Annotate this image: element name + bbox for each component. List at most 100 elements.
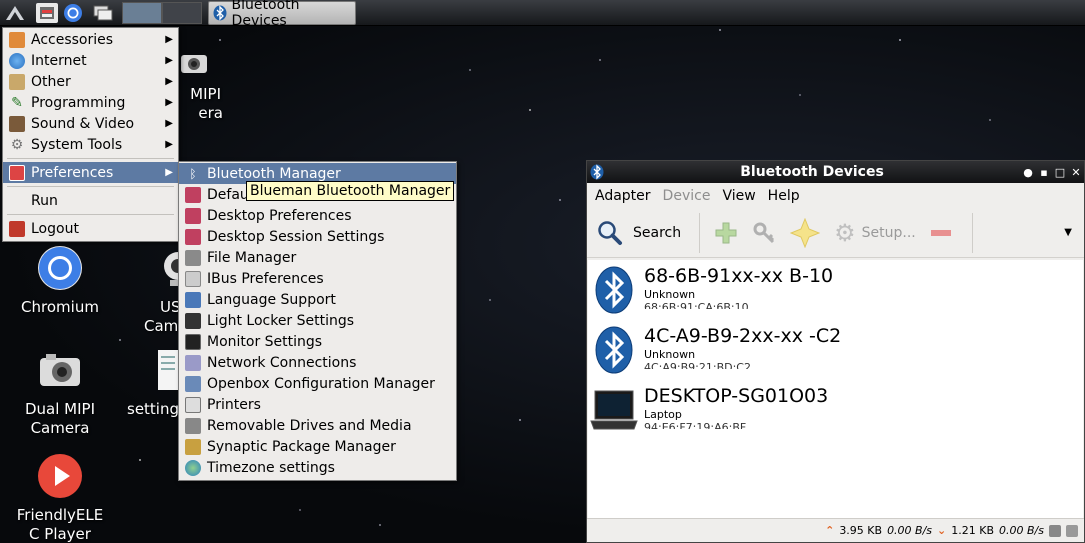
- device-address: 4C:A9:B9:21:BD:C2: [644, 362, 751, 369]
- menu-item-language-support[interactable]: Language Support: [179, 289, 456, 310]
- taskbar-task-label: Bluetooth Devices: [231, 0, 300, 29]
- menu-item-label: File Manager: [207, 249, 297, 266]
- window-titlebar[interactable]: Bluetooth Devices ● ▪ □ ✕: [587, 161, 1084, 183]
- submenu-arrow-icon: ▶: [165, 167, 173, 178]
- device-row[interactable]: 68-6B-91xx-xx B-10 Unknown 68:6B:91:CA:6…: [588, 260, 1083, 320]
- minimize-icon[interactable]: ▪: [1036, 166, 1052, 179]
- menubar: Adapter Device View Help: [587, 183, 1084, 209]
- desktop-pager[interactable]: [122, 2, 202, 24]
- menu-item-label: Internet: [31, 52, 87, 69]
- trust-button[interactable]: [752, 221, 776, 245]
- laptop-icon: [588, 385, 640, 435]
- menu-item-preferences[interactable]: Preferences ▶: [3, 162, 178, 183]
- menu-item-label: System Tools: [31, 136, 123, 153]
- desktop-2[interactable]: [162, 2, 202, 24]
- programming-icon: ✎: [11, 94, 23, 111]
- pair-button[interactable]: [714, 221, 738, 245]
- menu-item-other[interactable]: Other ▶: [3, 71, 178, 92]
- menu-item-printers[interactable]: Printers: [179, 394, 456, 415]
- preferences-submenu: ᛒ Bluetooth Manager Defau Desktop Prefere…: [178, 161, 457, 481]
- menu-help[interactable]: Help: [762, 188, 806, 204]
- document-icon: [156, 346, 180, 394]
- language-icon: [185, 291, 201, 308]
- device-type: Unknown: [644, 348, 696, 361]
- menu-item-sound-video[interactable]: Sound & Video ▶: [3, 113, 178, 134]
- search-button-label: Search: [633, 225, 682, 241]
- desktop-icon-settings[interactable]: setting: [120, 346, 180, 419]
- device-row[interactable]: DESKTOP-SG01O03 Laptop 94:E6:F7:19:A6:BF: [588, 380, 1083, 440]
- menu-item-monitor-settings[interactable]: Monitor Settings: [179, 331, 456, 352]
- menu-item-system-tools[interactable]: ⚙ System Tools ▶: [3, 134, 178, 155]
- menu-item-label: Timezone settings: [207, 459, 335, 476]
- toolbar-overflow-chevron-down-icon[interactable]: ▼: [1064, 227, 1072, 238]
- menu-item-label: Other: [31, 73, 71, 90]
- desktop-icon-chromium[interactable]: Chromium: [10, 244, 110, 317]
- menu-item-label: Desktop Preferences: [207, 207, 352, 224]
- upload-arrow-icon: ⌃: [825, 524, 835, 537]
- menu-adapter[interactable]: Adapter: [589, 188, 657, 204]
- window-menu-icon[interactable]: ●: [1020, 166, 1036, 179]
- menu-item-openbox-configuration[interactable]: Openbox Configuration Manager: [179, 373, 456, 394]
- menu-item-label: Logout: [31, 220, 79, 237]
- menu-device[interactable]: Device: [657, 188, 717, 204]
- menu-item-synaptic[interactable]: Synaptic Package Manager: [179, 436, 456, 457]
- menu-item-label: IBus Preferences: [207, 270, 324, 287]
- toolbar-separator: [699, 213, 701, 253]
- menu-item-label: Run: [31, 192, 58, 209]
- desktop-icon-label: Camera: [30, 419, 90, 437]
- desktop-icon-label: Chromium: [21, 298, 99, 316]
- bluetooth-icon: [588, 265, 640, 315]
- maximize-icon[interactable]: □: [1052, 166, 1068, 179]
- remove-button[interactable]: [930, 228, 952, 238]
- menu-item-ibus-preferences[interactable]: IBus Preferences: [179, 268, 456, 289]
- menu-separator: [7, 186, 174, 187]
- setup-button-label: Setup...: [861, 225, 916, 241]
- device-list: 68-6B-91xx-xx B-10 Unknown 68:6B:91:CA:6…: [588, 260, 1083, 518]
- menu-item-label: Programming: [31, 94, 126, 111]
- desktop-icon-dual-mipi-camera[interactable]: Dual MIPI Camera: [10, 346, 110, 438]
- session-settings-icon: [185, 228, 201, 245]
- bluetooth-icon: [590, 164, 604, 180]
- logout-icon: [9, 220, 25, 237]
- menu-item-internet[interactable]: Internet ▶: [3, 50, 178, 71]
- device-row[interactable]: 4C-A9-B9-2xx-xx -C2 Unknown 4C:A9:B9:21:…: [588, 320, 1083, 380]
- desktop-1[interactable]: [122, 2, 162, 24]
- accessories-icon: [9, 31, 25, 48]
- menu-item-programming[interactable]: ✎ Programming ▶: [3, 92, 178, 113]
- menu-item-logout[interactable]: Logout: [3, 218, 178, 239]
- desktop-icon-friendlyelec-player[interactable]: FriendlyELE C Player: [10, 452, 110, 543]
- menu-item-removable-drives[interactable]: Removable Drives and Media: [179, 415, 456, 436]
- remove-icon: [930, 230, 951, 236]
- search-button[interactable]: Search: [597, 220, 681, 246]
- menu-view[interactable]: View: [716, 188, 761, 204]
- desktop-icon-label: C Player: [29, 525, 91, 543]
- adapter-status-icon[interactable]: [1066, 524, 1078, 537]
- menu-item-timezone-settings[interactable]: Timezone settings: [179, 457, 456, 478]
- device-type: Laptop: [644, 408, 682, 421]
- close-icon[interactable]: ✕: [1068, 166, 1084, 179]
- desktop-icon-label: setting: [127, 400, 180, 418]
- favorite-button[interactable]: [790, 218, 821, 248]
- menu-item-desktop-session-settings[interactable]: Desktop Session Settings: [179, 226, 456, 247]
- taskbar: Bluetooth Devices: [0, 0, 1085, 29]
- menu-item-label: Sound & Video: [31, 115, 135, 132]
- menu-item-file-manager[interactable]: File Manager: [179, 247, 456, 268]
- bluetooth-icon: ᛒ: [189, 166, 197, 181]
- chromium-launcher-icon[interactable]: [62, 3, 84, 23]
- file-manager-launcher-icon[interactable]: [36, 3, 58, 23]
- main-menu-launcher-icon[interactable]: [4, 3, 26, 23]
- menu-item-light-locker-settings[interactable]: Light Locker Settings: [179, 310, 456, 331]
- menu-item-network-connections[interactable]: Network Connections: [179, 352, 456, 373]
- menu-separator: [7, 214, 174, 215]
- setup-button[interactable]: ⚙ Setup...: [834, 219, 916, 247]
- bluetooth-devices-window: Bluetooth Devices ● ▪ □ ✕ Adapter Device…: [586, 160, 1085, 543]
- taskbar-task-bluetooth-devices[interactable]: Bluetooth Devices: [208, 0, 356, 29]
- openbox-icon: [185, 375, 201, 392]
- menu-item-run[interactable]: Run: [3, 190, 178, 211]
- statusbar: ⌃ 3.95 KB 0.00 B/s ⌄ 1.21 KB 0.00 B/s: [587, 518, 1084, 542]
- menu-item-label: Desktop Session Settings: [207, 228, 385, 245]
- menu-item-accessories[interactable]: Accessories ▶: [3, 29, 178, 50]
- menu-item-desktop-preferences[interactable]: Desktop Preferences: [179, 205, 456, 226]
- show-desktop-icon[interactable]: [92, 3, 114, 23]
- sound-video-icon: [9, 115, 25, 132]
